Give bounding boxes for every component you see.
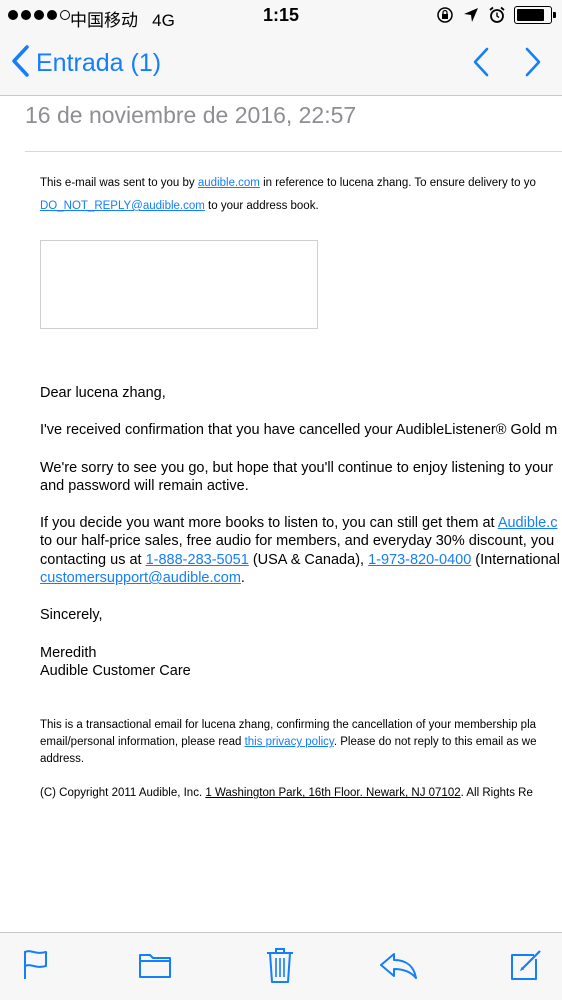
copyright-text-after: . All Rights Re xyxy=(460,787,533,800)
bottom-toolbar xyxy=(0,932,562,1000)
image-placeholder xyxy=(40,240,318,329)
battery-icon xyxy=(514,6,556,24)
back-button-label: Entrada (1) xyxy=(36,49,162,77)
rotation-lock-icon xyxy=(436,6,454,24)
copyright-notice: (C) Copyright 2011 Audible, Inc. 1 Washi… xyxy=(40,785,562,802)
delivery-notice: This e-mail was sent to you by audible.c… xyxy=(40,172,562,195)
greeting: Dear lucena zhang, xyxy=(40,385,166,401)
transactional-notice: This is a transactional email for lucena… xyxy=(40,717,562,768)
audible-link[interactable]: audible.com xyxy=(198,177,260,189)
trash-icon xyxy=(265,946,295,989)
contact-text-mid: (USA & Canada), xyxy=(248,551,369,568)
battery-level-fill xyxy=(517,9,545,21)
compose-button[interactable] xyxy=(506,947,546,987)
flag-button[interactable] xyxy=(16,947,56,987)
delete-button[interactable] xyxy=(260,947,300,987)
copyright-text: (C) Copyright 2011 Audible, Inc. xyxy=(40,787,206,800)
next-message-button[interactable] xyxy=(524,46,542,83)
signer-name: Meredith xyxy=(40,644,97,661)
more-books-line2: to our half-price sales, free audio for … xyxy=(40,533,555,550)
flag-icon xyxy=(21,949,51,986)
header-divider xyxy=(25,151,562,152)
phone-usa-link[interactable]: 1-888-283-5051 xyxy=(146,552,249,568)
location-icon xyxy=(462,6,480,24)
move-to-folder-button[interactable] xyxy=(135,947,175,987)
email-body: This e-mail was sent to you by audible.c… xyxy=(40,172,562,802)
navigation-bar: Entrada (1) xyxy=(0,32,562,96)
closing: Sincerely, xyxy=(40,607,103,624)
signature: Meredith Audible Customer Care xyxy=(40,644,562,681)
privacy-policy-link[interactable]: this privacy policy xyxy=(245,736,334,748)
paragraph-cancellation: I've received confirmation that you have… xyxy=(40,422,558,439)
address-book-notice: DO_NOT_REPLY@audible.com to your address… xyxy=(40,195,562,218)
transactional-line1: This is a transactional email for lucena… xyxy=(40,719,537,732)
previous-message-button[interactable] xyxy=(472,46,490,83)
contact-text: contacting us at xyxy=(40,551,146,568)
audible-site-link[interactable]: Audible.c xyxy=(498,515,558,531)
reply-button[interactable] xyxy=(378,947,418,987)
status-bar: 中国移动 4G 1:15 xyxy=(0,0,562,32)
message-content[interactable]: 16 de noviembre de 2016, 22:57 This e-ma… xyxy=(0,96,562,932)
more-books-text: If you decide you want more books to lis… xyxy=(40,515,498,532)
paragraph-sorry-line1: We're sorry to see you go, but hope that… xyxy=(40,459,554,476)
paragraph-sorry: We're sorry to see you go, but hope that… xyxy=(40,459,562,496)
delivery-notice-text-2: in reference to lucena zhang. To ensure … xyxy=(259,177,536,189)
signer-title: Audible Customer Care xyxy=(40,662,191,679)
delivery-notice-text: This e-mail was sent to you by xyxy=(40,177,198,189)
address-book-text: to your address book. xyxy=(204,200,319,212)
folder-icon xyxy=(138,951,172,984)
transactional-line2: email/personal information, please read xyxy=(40,736,245,749)
contact-text-after: (International xyxy=(471,551,560,568)
compose-icon xyxy=(508,947,544,988)
alarm-icon xyxy=(488,6,506,24)
support-email-link[interactable]: customersupport@audible.com xyxy=(40,570,241,586)
paragraph-sorry-line2: and password will remain active. xyxy=(40,477,249,494)
chevron-left-icon xyxy=(10,44,30,83)
paragraph-more-books: If you decide you want more books to lis… xyxy=(40,514,562,587)
do-not-reply-link[interactable]: DO_NOT_REPLY@audible.com xyxy=(40,200,205,212)
back-button[interactable]: Entrada (1) xyxy=(10,44,161,83)
transactional-line2-after: . Please do not reply to this email as w… xyxy=(333,736,537,749)
contact-period: . xyxy=(240,570,245,587)
company-address[interactable]: 1 Washington Park, 16th Floor. Newark, N… xyxy=(205,787,460,799)
message-date: 16 de noviembre de 2016, 22:57 xyxy=(25,102,357,128)
phone-international-link[interactable]: 1-973-820-0400 xyxy=(368,552,471,568)
transactional-line3: address. xyxy=(40,753,85,766)
reply-icon xyxy=(378,950,418,985)
